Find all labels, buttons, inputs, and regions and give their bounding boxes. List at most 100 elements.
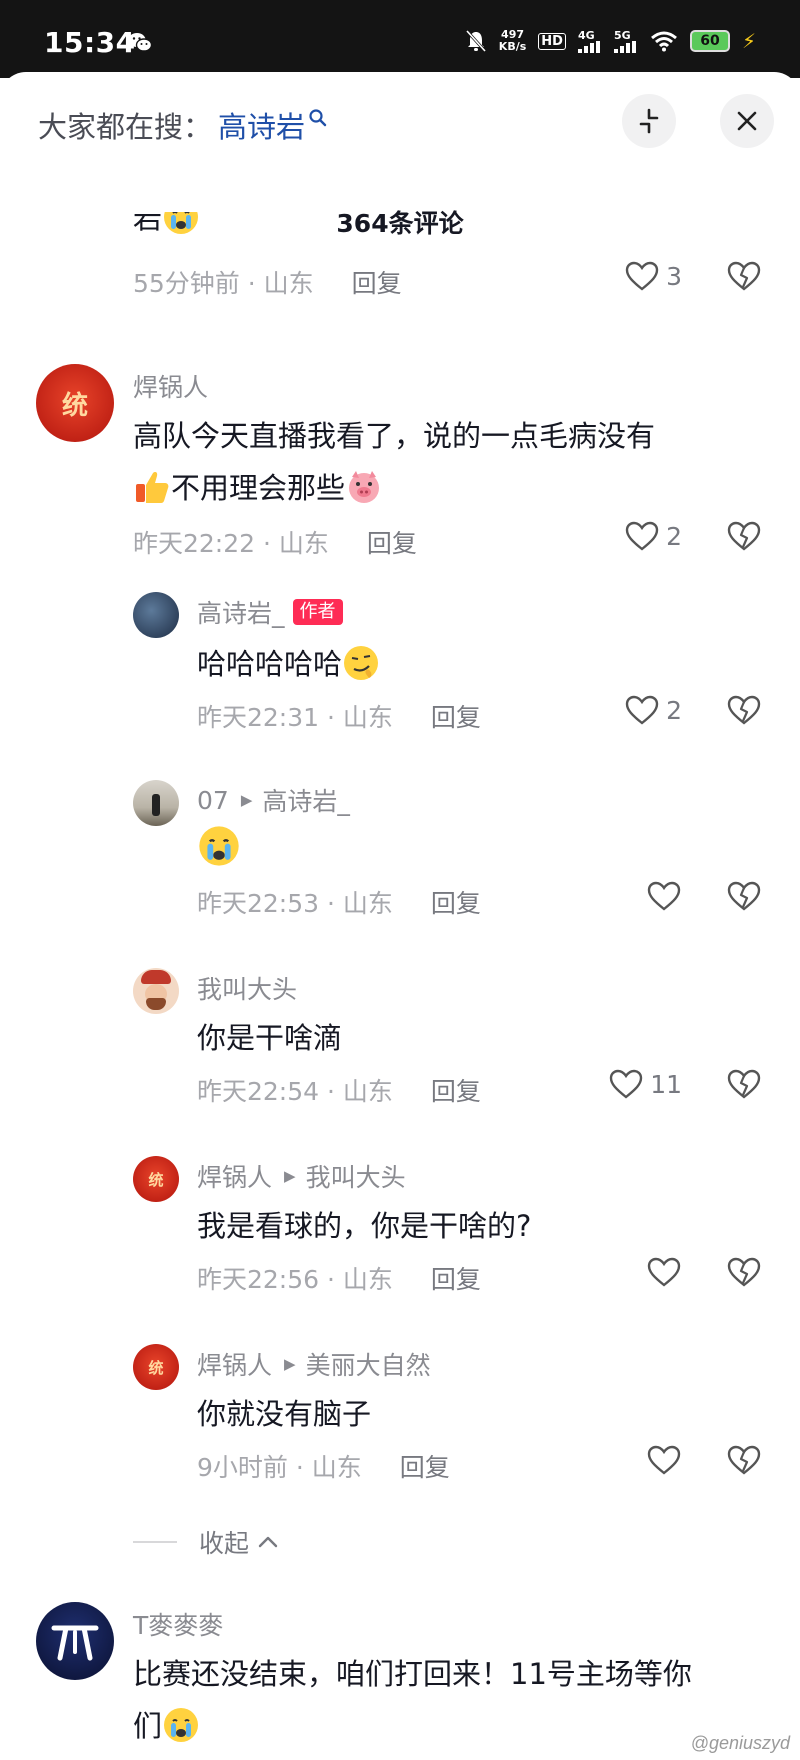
reply-arrow-icon: ▶ xyxy=(284,1355,296,1373)
comment-author[interactable]: 焊锅人 ▶ 美丽大自然 xyxy=(197,1346,431,1382)
avatar[interactable]: 统 xyxy=(133,1156,179,1202)
comment-text: 哈哈哈哈哈 xyxy=(197,638,380,690)
comment-sheet: 大家都在搜： 高诗岩 364条评论 岩 55分钟前 · 山东 回复 3 统 焊锅… xyxy=(0,72,800,1760)
like-button[interactable] xyxy=(646,1444,682,1476)
collapse-replies-button[interactable]: 收起 xyxy=(133,1524,281,1560)
like-button[interactable]: 3 xyxy=(624,260,682,292)
like-button[interactable]: 2 xyxy=(624,694,682,726)
comment-list: 岩 55分钟前 · 山东 回复 3 统 焊锅人 高队今天直播我看了，说的一点毛病没… xyxy=(0,72,800,1760)
reply-to-user[interactable]: 我叫大头 xyxy=(306,1158,406,1194)
reply-button[interactable]: 回复 xyxy=(431,889,481,918)
reply-arrow-icon: ▶ xyxy=(284,1167,296,1185)
status-time: 15:34 xyxy=(44,26,136,59)
avatar[interactable]: 统 xyxy=(133,1344,179,1390)
crying-emoji-icon xyxy=(164,1708,199,1742)
pig-emoji-icon xyxy=(349,471,380,503)
avatar[interactable] xyxy=(133,968,179,1014)
hd-indicator: HD xyxy=(538,32,566,50)
heart-icon xyxy=(609,1069,643,1099)
like-button[interactable]: 2 xyxy=(624,520,682,552)
battery-indicator: 60 xyxy=(689,30,730,52)
comment-text: 比赛还没结束，咱们打回来！11号主场等你 们 xyxy=(133,1657,692,1743)
signal-4g: 4G xyxy=(577,30,602,53)
reply-button[interactable]: 回复 xyxy=(367,529,417,558)
comment-author[interactable]: 我叫大头 xyxy=(197,970,297,1006)
like-count: 11 xyxy=(650,1069,682,1099)
network-speed: 497 KB/s xyxy=(498,28,527,53)
comment-meta: 昨天22:31 · 山东 回复 xyxy=(197,698,481,734)
avatar[interactable] xyxy=(133,592,179,638)
reply-button[interactable]: 回复 xyxy=(431,1077,481,1106)
avatar-logo-text: 统 xyxy=(61,390,88,421)
like-count: 2 xyxy=(666,695,682,725)
comment-time: 昨天22:22 · 山东 xyxy=(133,529,329,558)
comment-meta: 55分钟前 · 山东 回复 xyxy=(133,264,402,300)
wifi-icon xyxy=(650,31,677,52)
like-count: 3 xyxy=(666,261,682,291)
divider xyxy=(133,1541,177,1543)
wechat-icon xyxy=(128,33,152,52)
heart-icon xyxy=(625,695,659,725)
dislike-broken-heart-icon[interactable] xyxy=(726,260,762,292)
heart-icon xyxy=(625,261,659,291)
comment-author[interactable]: T麥麥麥 xyxy=(133,1606,223,1642)
comment-time: 9小时前 · 山东 xyxy=(197,1453,362,1482)
reply-button[interactable]: 回复 xyxy=(431,1265,481,1294)
comment-meta: 9小时前 · 山东 回复 xyxy=(197,1448,450,1484)
comment-meta: 昨天22:54 · 山东 回复 xyxy=(197,1072,481,1108)
signal-bars-icon xyxy=(577,40,600,53)
dislike-broken-heart-icon[interactable] xyxy=(726,1444,762,1476)
chevron-up-icon xyxy=(258,1536,278,1548)
comment-text: 高队今天直播我看了，说的一点毛病没有 不用理会那些 xyxy=(133,419,656,505)
reply-arrow-icon: ▶ xyxy=(240,791,253,809)
reply-to-user[interactable]: 美丽大自然 xyxy=(306,1346,431,1382)
reply-button[interactable]: 回复 xyxy=(400,1453,450,1482)
mute-bell-icon xyxy=(465,29,486,53)
like-button[interactable] xyxy=(646,880,682,912)
dislike-broken-heart-icon[interactable] xyxy=(726,1068,762,1100)
comment-text xyxy=(197,824,241,876)
comment-meta: 昨天22:53 · 山东 回复 xyxy=(197,884,481,920)
comment-meta: 昨天22:22 · 山东 回复 xyxy=(133,524,417,560)
reply-button[interactable]: 回复 xyxy=(352,269,402,298)
crying-emoji-icon xyxy=(199,826,239,866)
comment-time: 昨天22:53 · 山东 xyxy=(197,889,393,918)
avatar-logo-text: 统 xyxy=(148,1170,164,1189)
comment-author[interactable]: 高诗岩_ 作者 xyxy=(197,594,343,630)
dislike-broken-heart-icon[interactable] xyxy=(726,694,762,726)
crying-emoji-icon xyxy=(164,212,199,234)
avatar[interactable] xyxy=(133,780,179,826)
comment-author[interactable]: 焊锅人 ▶ 我叫大头 xyxy=(197,1158,406,1194)
comment-text: 你是干啥滴 xyxy=(197,1021,343,1055)
dislike-broken-heart-icon[interactable] xyxy=(726,880,762,912)
dislike-broken-heart-icon[interactable] xyxy=(726,520,762,552)
comment-time: 昨天22:31 · 山东 xyxy=(197,703,393,732)
like-button[interactable] xyxy=(646,1256,682,1288)
team-logo-icon xyxy=(51,1625,99,1661)
heart-icon xyxy=(647,1445,681,1475)
comment-time: 55分钟前 · 山东 xyxy=(133,269,314,298)
comment-author[interactable]: 07 ▶ 高诗岩_ xyxy=(197,782,350,818)
comment-time: 昨天22:56 · 山东 xyxy=(197,1265,393,1294)
heart-icon xyxy=(647,1257,681,1287)
thumbs-up-emoji-icon xyxy=(136,472,169,503)
status-bar: 15:34 497 KB/s HD 4G 5G 60 ⚡ xyxy=(0,0,800,78)
reply-to-user[interactable]: 高诗岩_ xyxy=(262,782,350,818)
author-badge: 作者 xyxy=(292,599,343,625)
comment-meta: 昨天22:56 · 山东 回复 xyxy=(197,1260,481,1296)
status-icons: 497 KB/s HD 4G 5G 60 ⚡ xyxy=(465,24,756,58)
heart-icon xyxy=(625,521,659,551)
signal-5g: 5G xyxy=(613,30,638,53)
charging-icon: ⚡ xyxy=(741,29,756,53)
reply-button[interactable]: 回复 xyxy=(431,703,481,732)
dislike-broken-heart-icon[interactable] xyxy=(726,1256,762,1288)
avatar[interactable] xyxy=(36,1602,114,1680)
collapse-label: 收起 xyxy=(199,1529,250,1558)
smirk-emoji-icon xyxy=(344,646,379,680)
avatar[interactable]: 统 xyxy=(36,364,114,442)
like-button[interactable]: 11 xyxy=(608,1068,682,1100)
comment-time: 昨天22:54 · 山东 xyxy=(197,1077,393,1106)
comment-text: 岩 xyxy=(133,212,200,250)
comment-author[interactable]: 焊锅人 xyxy=(133,368,208,404)
like-count: 2 xyxy=(666,521,682,551)
